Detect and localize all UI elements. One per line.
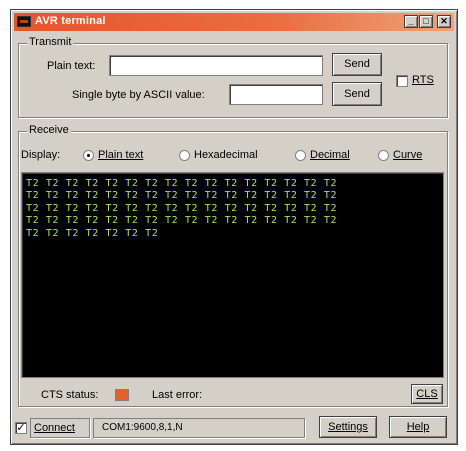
minimize-icon[interactable]: _ — [404, 15, 418, 28]
plain-text-input[interactable] — [109, 55, 323, 76]
connect-checkbox[interactable]: ✓ — [15, 422, 27, 434]
terminal-line: T2 T2 T2 T2 T2 T2 T2 T2 T2 T2 T2 T2 T2 T… — [26, 178, 338, 189]
window-title: AVR terminal — [35, 15, 106, 27]
rts-checkbox[interactable] — [396, 75, 408, 87]
help-button[interactable]: Help — [389, 416, 447, 438]
maximize-icon[interactable]: □ — [419, 15, 433, 28]
radio-hexadecimal[interactable] — [179, 150, 190, 161]
terminal-line: T2 T2 T2 T2 T2 T2 T2 T2 T2 T2 T2 T2 T2 T… — [26, 190, 338, 202]
receive-terminal-output[interactable]: T2 T2 T2 T2 T2 T2 T2 T2 T2 T2 T2 T2 T2 T… — [21, 172, 444, 378]
cts-status-label: CTS status: — [41, 389, 99, 401]
send-plain-text-button[interactable]: Send — [332, 53, 382, 76]
radio-plain-text[interactable] — [83, 150, 94, 161]
terminal-line: T2 T2 T2 T2 T2 T2 T2 T2 T2 T2 T2 T2 T2 T… — [26, 202, 338, 214]
app-icon — [17, 16, 31, 27]
radio-decimal-label: Decimal — [310, 149, 350, 161]
cts-status-indicator — [115, 389, 129, 401]
radio-curve-label: Curve — [393, 149, 423, 161]
display-label: Display: — [21, 149, 61, 161]
title-bar[interactable]: AVR terminal _ □ ✕ — [14, 13, 454, 31]
rts-label: RTS — [412, 74, 434, 86]
terminal-line: T2 T2 T2 T2 T2 T2 T2 T2 T2 T2 T2 T2 T2 T… — [26, 215, 338, 227]
avr-terminal-window: AVR terminal _ □ ✕ Transmit Plain text: … — [10, 9, 458, 445]
terminal-line: T2 T2 T2 T2 T2 T2 T2 — [26, 227, 159, 239]
settings-label: Settings — [328, 421, 368, 433]
radio-plain-text-label: Plain text — [98, 149, 144, 161]
send-byte-button[interactable]: Send — [332, 82, 382, 106]
radio-hexadecimal-label: Hexadecimal — [194, 149, 258, 161]
radio-curve[interactable] — [378, 150, 389, 161]
close-icon[interactable]: ✕ — [437, 15, 451, 28]
single-byte-label: Single byte by ASCII value: — [72, 89, 205, 101]
send-plain-text-label: Send — [344, 58, 370, 70]
cls-button[interactable]: CLS — [411, 384, 443, 404]
transmit-group-label: Transmit — [27, 36, 74, 48]
radio-decimal[interactable] — [295, 150, 306, 161]
plain-text-label: Plain text: — [47, 60, 96, 72]
help-label: Help — [406, 421, 430, 433]
single-byte-input[interactable] — [229, 84, 323, 105]
port-info-label: COM1:9600,8,1,N — [102, 422, 183, 433]
settings-button[interactable]: Settings — [319, 416, 377, 438]
cls-label: CLS — [416, 388, 438, 400]
send-byte-label: Send — [344, 88, 370, 100]
connect-field: Connect — [30, 418, 90, 438]
transmit-group: Transmit Plain text: Send Single byte by… — [18, 36, 448, 118]
last-error-label: Last error: — [152, 389, 203, 401]
connect-label: Connect — [34, 422, 75, 434]
port-info-field: COM1:9600,8,1,N — [93, 418, 305, 438]
receive-group-label: Receive — [27, 124, 71, 136]
